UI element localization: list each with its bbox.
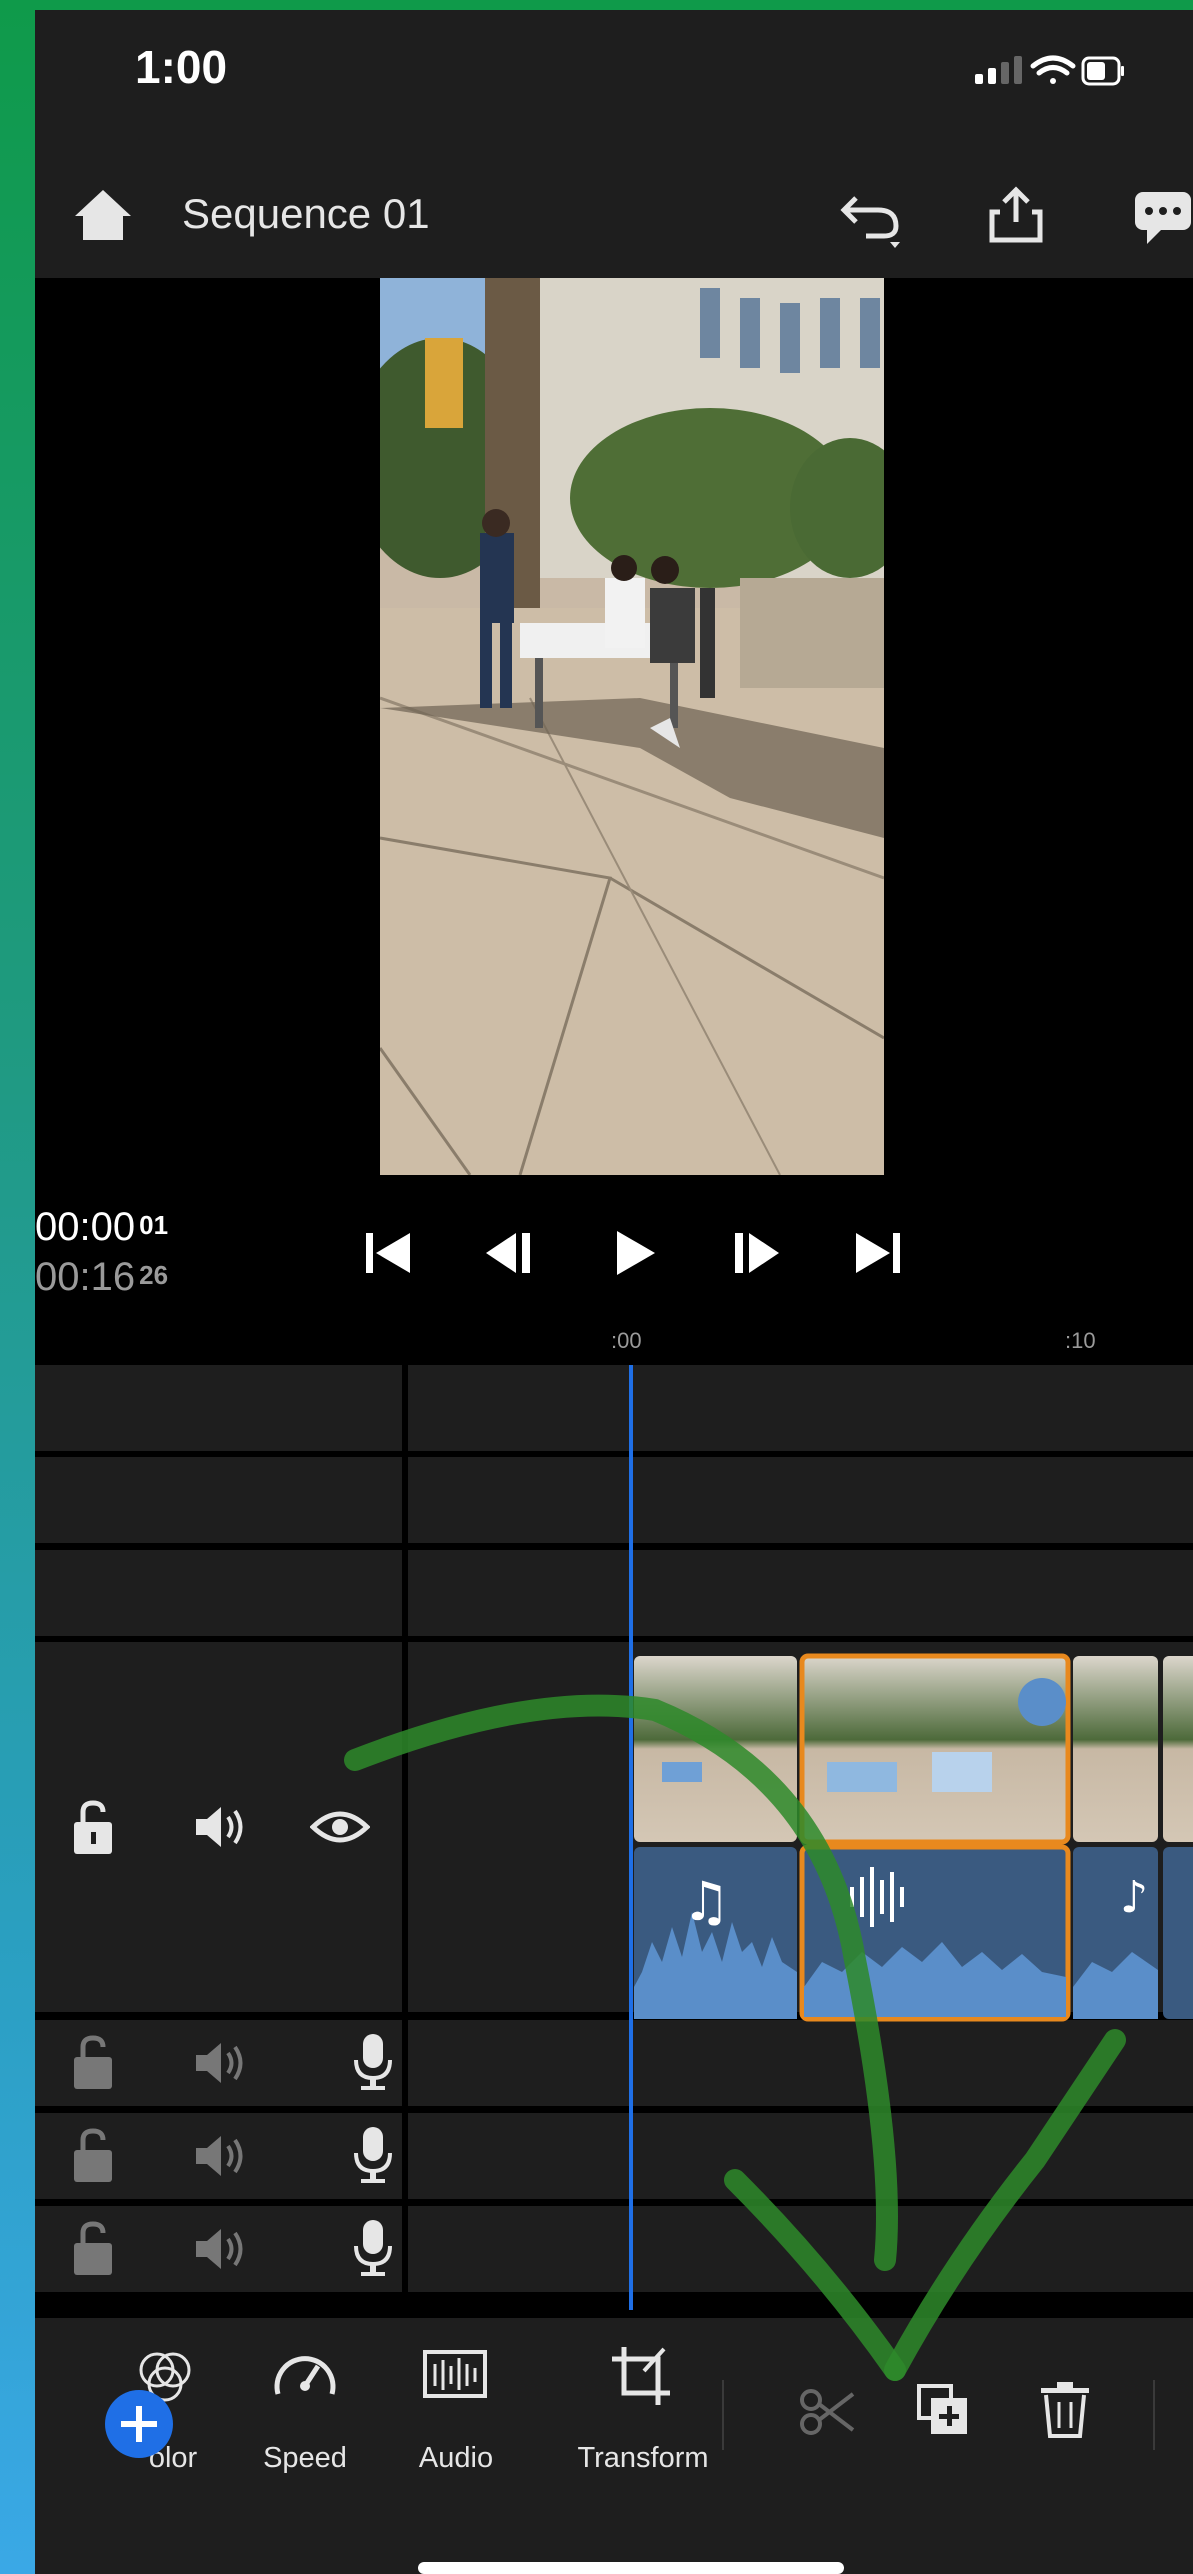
skip-to-end-icon[interactable]	[850, 1225, 906, 1281]
lock-open-icon[interactable]	[71, 2035, 117, 2091]
microphone-icon[interactable]	[351, 2032, 395, 2092]
toolbar-divider	[1153, 2380, 1155, 2450]
speed-icon[interactable]	[270, 2346, 340, 2406]
ruler-label-start: :00	[611, 1328, 642, 1353]
lock-open-icon[interactable]	[71, 2221, 117, 2277]
audio-clip: ♪	[1073, 1847, 1193, 2019]
speaker-icon[interactable]	[193, 2131, 249, 2181]
audio-track-lane	[408, 2206, 1193, 2292]
step-forward-icon[interactable]	[727, 1225, 783, 1281]
undo-icon[interactable]	[838, 190, 908, 250]
sequence-title[interactable]: Sequence 01	[182, 190, 430, 238]
svg-text:♪: ♪	[1120, 1872, 1148, 1923]
video-clip	[1073, 1656, 1193, 1842]
video-preview[interactable]	[380, 278, 884, 1175]
battery-icon	[1081, 56, 1124, 86]
track-header-empty	[35, 1550, 402, 1636]
track-header-empty	[35, 1457, 402, 1543]
lock-open-icon[interactable]	[71, 1800, 117, 1856]
microphone-icon[interactable]	[351, 2218, 395, 2278]
status-time: 1:00	[135, 41, 228, 93]
speaker-icon[interactable]	[193, 2038, 249, 2088]
trash-icon[interactable]	[1037, 2380, 1093, 2440]
share-icon[interactable]	[988, 186, 1044, 244]
speaker-icon[interactable]	[193, 2224, 249, 2274]
add-button[interactable]	[103, 2388, 175, 2460]
playhead[interactable]	[629, 1365, 633, 2310]
microphone-icon[interactable]	[351, 2125, 395, 2185]
duration-timecode: 00:16 26	[35, 1255, 169, 1299]
transform-label[interactable]: Transform	[563, 2442, 723, 2475]
clips-area: ♫ ♪	[634, 1653, 1193, 2022]
comments-icon[interactable]	[1133, 190, 1193, 246]
video-clip-selected	[799, 1653, 1071, 1845]
video-clip	[634, 1656, 797, 1842]
duplicate-icon[interactable]	[915, 2382, 971, 2438]
wifi-icon	[1030, 55, 1076, 84]
eye-icon[interactable]	[310, 1807, 370, 1847]
speaker-icon[interactable]	[193, 1802, 249, 1852]
lock-open-icon[interactable]	[71, 2128, 117, 2184]
current-timecode: 00:00 01	[35, 1205, 169, 1249]
track-lane-empty	[408, 1365, 1193, 1451]
audio-track-lane	[408, 2020, 1193, 2106]
transform-crop-icon[interactable]	[608, 2343, 674, 2409]
track-lane-empty	[408, 1550, 1193, 1636]
status-icons	[975, 55, 1124, 86]
speed-label[interactable]: Speed	[225, 2442, 385, 2475]
audio-clip: ♫	[634, 1847, 797, 2019]
track-lane-empty	[408, 1457, 1193, 1543]
app-window: 1:00 Sequence 01 00:00 01 00:16 26:00:…	[35, 10, 1193, 2574]
ruler-label-10: :10	[1065, 1328, 1096, 1353]
play-icon[interactable]	[605, 1225, 661, 1281]
home-icon[interactable]	[73, 188, 133, 242]
svg-text:♫: ♫	[682, 1870, 730, 1933]
skip-to-start-icon[interactable]	[360, 1225, 416, 1281]
audio-clip-selected	[799, 1844, 1071, 2022]
track-header-empty	[35, 1365, 402, 1451]
home-indicator[interactable]	[418, 2562, 844, 2574]
toolbar-divider	[722, 2380, 724, 2450]
signal-icon	[975, 56, 1022, 84]
audio-label[interactable]: Audio	[376, 2442, 536, 2475]
audio-track-lane	[408, 2113, 1193, 2199]
scissors-icon[interactable]	[797, 2384, 857, 2440]
audio-icon[interactable]	[421, 2348, 491, 2404]
step-back-icon[interactable]	[482, 1225, 538, 1281]
